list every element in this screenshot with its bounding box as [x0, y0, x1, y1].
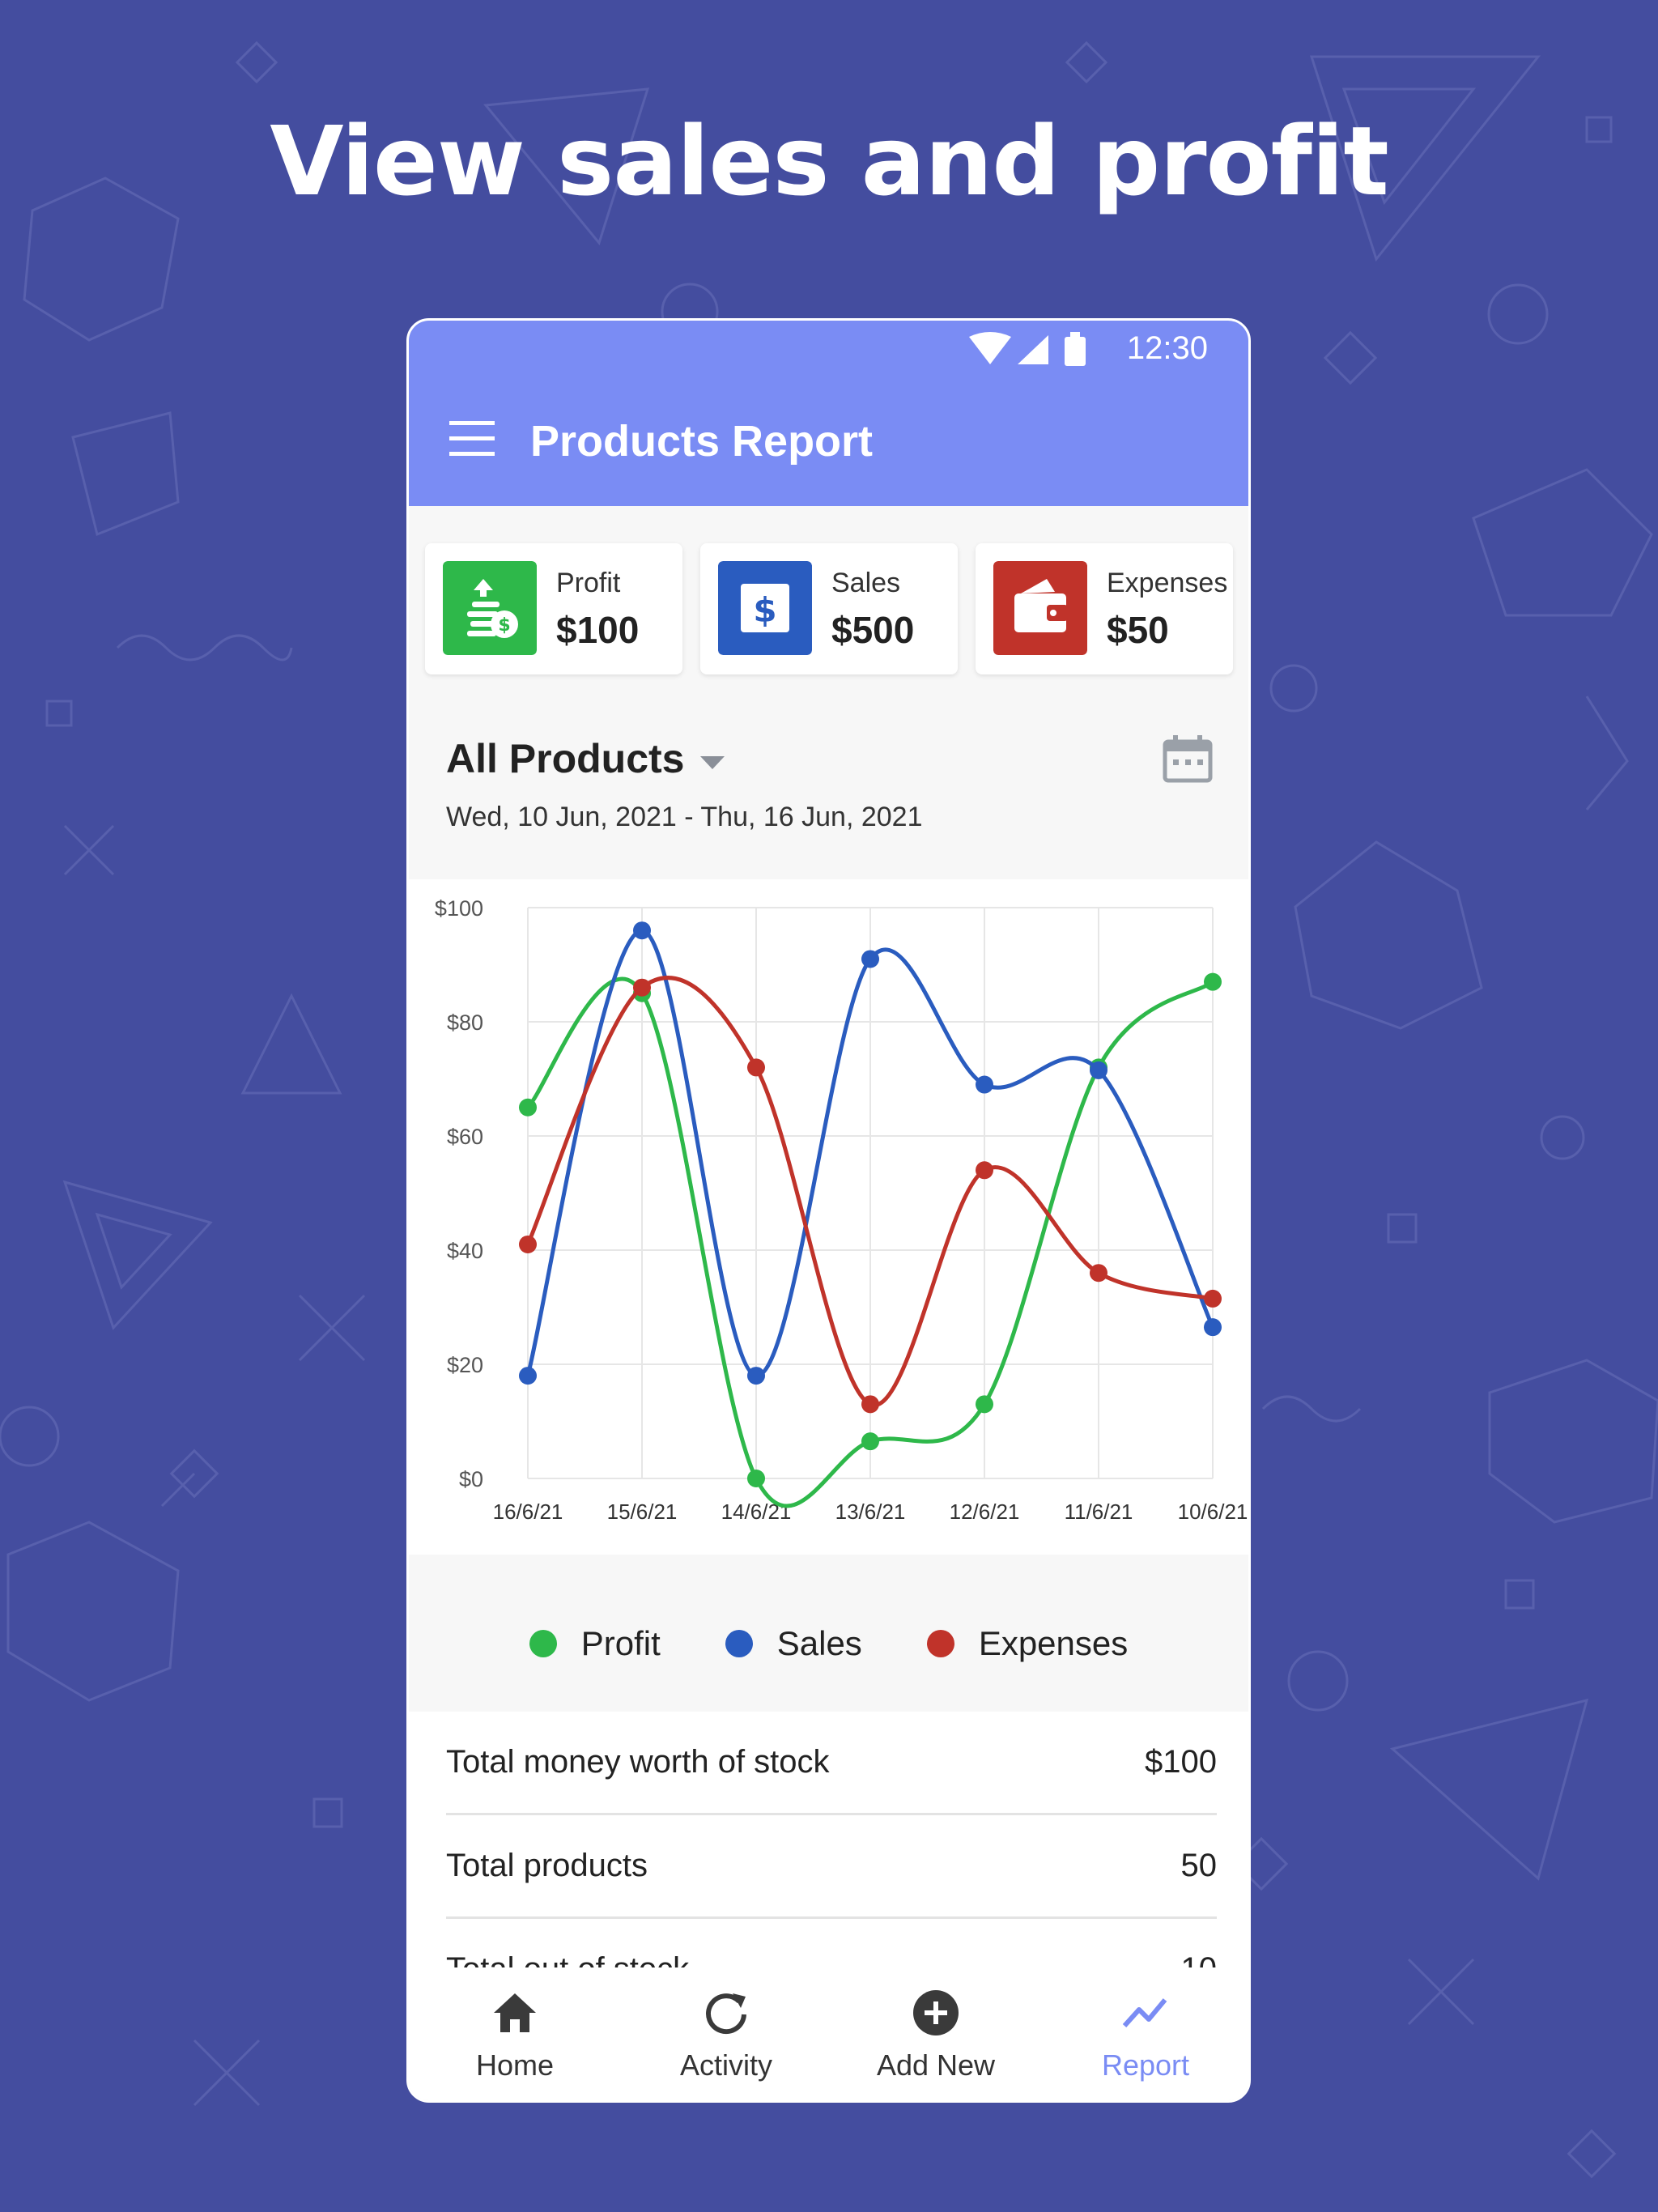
wifi-icon	[969, 332, 1011, 364]
data-point-expenses	[633, 978, 651, 997]
y-tick-label: $100	[435, 896, 483, 921]
legend-item-expenses[interactable]: Expenses	[926, 1624, 1129, 1663]
y-tick-label: $40	[447, 1239, 483, 1263]
legend-item-sales[interactable]: Sales	[725, 1624, 862, 1663]
legend-label: Sales	[776, 1624, 862, 1662]
refresh-icon	[706, 1993, 746, 2035]
card-label: Expenses	[1107, 568, 1228, 598]
signal-icon	[1018, 335, 1048, 364]
nav-label: Report	[1101, 2048, 1190, 2082]
app-bar: 12:30 Products Report	[409, 321, 1248, 506]
summary-row-total-products: Total products 50	[446, 1815, 1217, 1919]
data-point-expenses	[519, 1235, 537, 1253]
chart-legend: Profit Sales Expenses	[409, 1611, 1248, 1676]
menu-icon[interactable]	[449, 419, 495, 458]
nav-item-report[interactable]: Report	[1040, 1967, 1248, 2100]
card-label: Profit	[556, 568, 621, 598]
data-point-sales	[861, 950, 879, 968]
nav-label: Activity	[679, 2048, 772, 2082]
card-value: $100	[556, 609, 640, 651]
card-value: $50	[1107, 609, 1169, 651]
phone-frame: 12:30 Products Report $ Profit $100 $ Sa…	[406, 318, 1251, 2103]
y-tick-label: $20	[447, 1353, 483, 1377]
x-tick-label: 10/6/21	[1178, 1499, 1248, 1524]
legend-label: Profit	[580, 1624, 661, 1662]
x-tick-label: 15/6/21	[607, 1499, 678, 1524]
card-label: Sales	[831, 568, 901, 598]
data-point-sales	[633, 921, 651, 940]
money-up-icon: $	[443, 561, 537, 655]
y-tick-label: $60	[447, 1125, 483, 1149]
date-range: Wed, 10 Jun, 2021 - Thu, 16 Jun, 2021	[446, 802, 923, 832]
headline: View sales and profit	[270, 105, 1389, 217]
nav-item-add-new[interactable]: Add New	[831, 1967, 1041, 2100]
legend-dot	[529, 1630, 557, 1657]
legend-item-profit[interactable]: Profit	[529, 1624, 661, 1663]
expenses-card[interactable]: Expenses $50	[976, 543, 1233, 674]
summary-value: 50	[1180, 1848, 1218, 1883]
nav-item-home[interactable]: Home	[410, 1967, 620, 2100]
trend-icon	[1122, 1998, 1167, 2028]
x-tick-label: 12/6/21	[950, 1499, 1020, 1524]
home-icon	[494, 1993, 536, 2032]
summary-label: Total money worth of stock	[446, 1744, 830, 1780]
calendar-icon[interactable]	[1162, 734, 1214, 784]
bottom-navigation: Home Activity Add New Report	[409, 1967, 1248, 2100]
line-chart: $0$20$40$60$80$10016/6/21 15/6/21 14/6/21 1…	[435, 896, 1248, 1524]
data-point-profit	[1204, 972, 1222, 991]
chevron-down-icon[interactable]	[699, 753, 726, 771]
data-point-expenses	[747, 1058, 765, 1077]
data-point-profit	[519, 1098, 537, 1117]
battery-icon	[1065, 337, 1086, 366]
line-chart-area: $0 $20 $40 $60 $80 $100 16/6/21 15/6/21 14/6/21 1…	[409, 879, 1248, 1555]
data-point-sales	[747, 1367, 765, 1385]
svg-text:$: $	[498, 615, 510, 636]
y-tick-label: $80	[447, 1010, 483, 1035]
page-title: Products Report	[530, 417, 874, 466]
data-point-sales	[1090, 1061, 1107, 1079]
data-point-sales	[1204, 1318, 1222, 1337]
data-point-profit	[747, 1470, 765, 1487]
data-point-expenses	[861, 1395, 879, 1414]
data-point-sales	[519, 1367, 537, 1385]
y-tick-label: $0	[459, 1467, 483, 1491]
nav-item-activity[interactable]: Activity	[621, 1967, 831, 2100]
legend-dot	[926, 1630, 954, 1657]
x-tick-label: 11/6/21	[1065, 1499, 1133, 1524]
data-point-expenses	[1090, 1264, 1107, 1283]
svg-text:$: $	[753, 590, 776, 630]
sales-card[interactable]: $ Sales $500	[700, 543, 958, 674]
wallet-icon	[993, 561, 1087, 655]
dollar-tag-icon: $	[718, 561, 812, 655]
nav-label: Home	[475, 2048, 555, 2082]
data-point-expenses	[1204, 1289, 1222, 1308]
add-circle-icon	[913, 1990, 959, 2035]
legend-label: Expenses	[978, 1624, 1129, 1662]
data-point-expenses	[976, 1161, 993, 1180]
data-point-profit	[861, 1432, 879, 1451]
data-point-sales	[976, 1075, 993, 1094]
summary-row-stock-worth: Total money worth of stock $100	[446, 1712, 1217, 1815]
legend-dot	[725, 1630, 753, 1657]
data-point-profit	[976, 1395, 993, 1414]
x-tick-label: 16/6/21	[493, 1499, 563, 1524]
status-time: 12:30	[1126, 330, 1208, 366]
nav-label: Add New	[876, 2048, 996, 2082]
status-icons	[969, 332, 1086, 366]
profit-card[interactable]: $ Profit $100	[425, 543, 682, 674]
summary-label: Total products	[446, 1848, 648, 1883]
product-filter-title[interactable]: All Products	[446, 735, 684, 782]
x-tick-label: 13/6/21	[835, 1499, 906, 1524]
summary-value: $100	[1145, 1744, 1217, 1780]
card-value: $500	[831, 609, 915, 651]
